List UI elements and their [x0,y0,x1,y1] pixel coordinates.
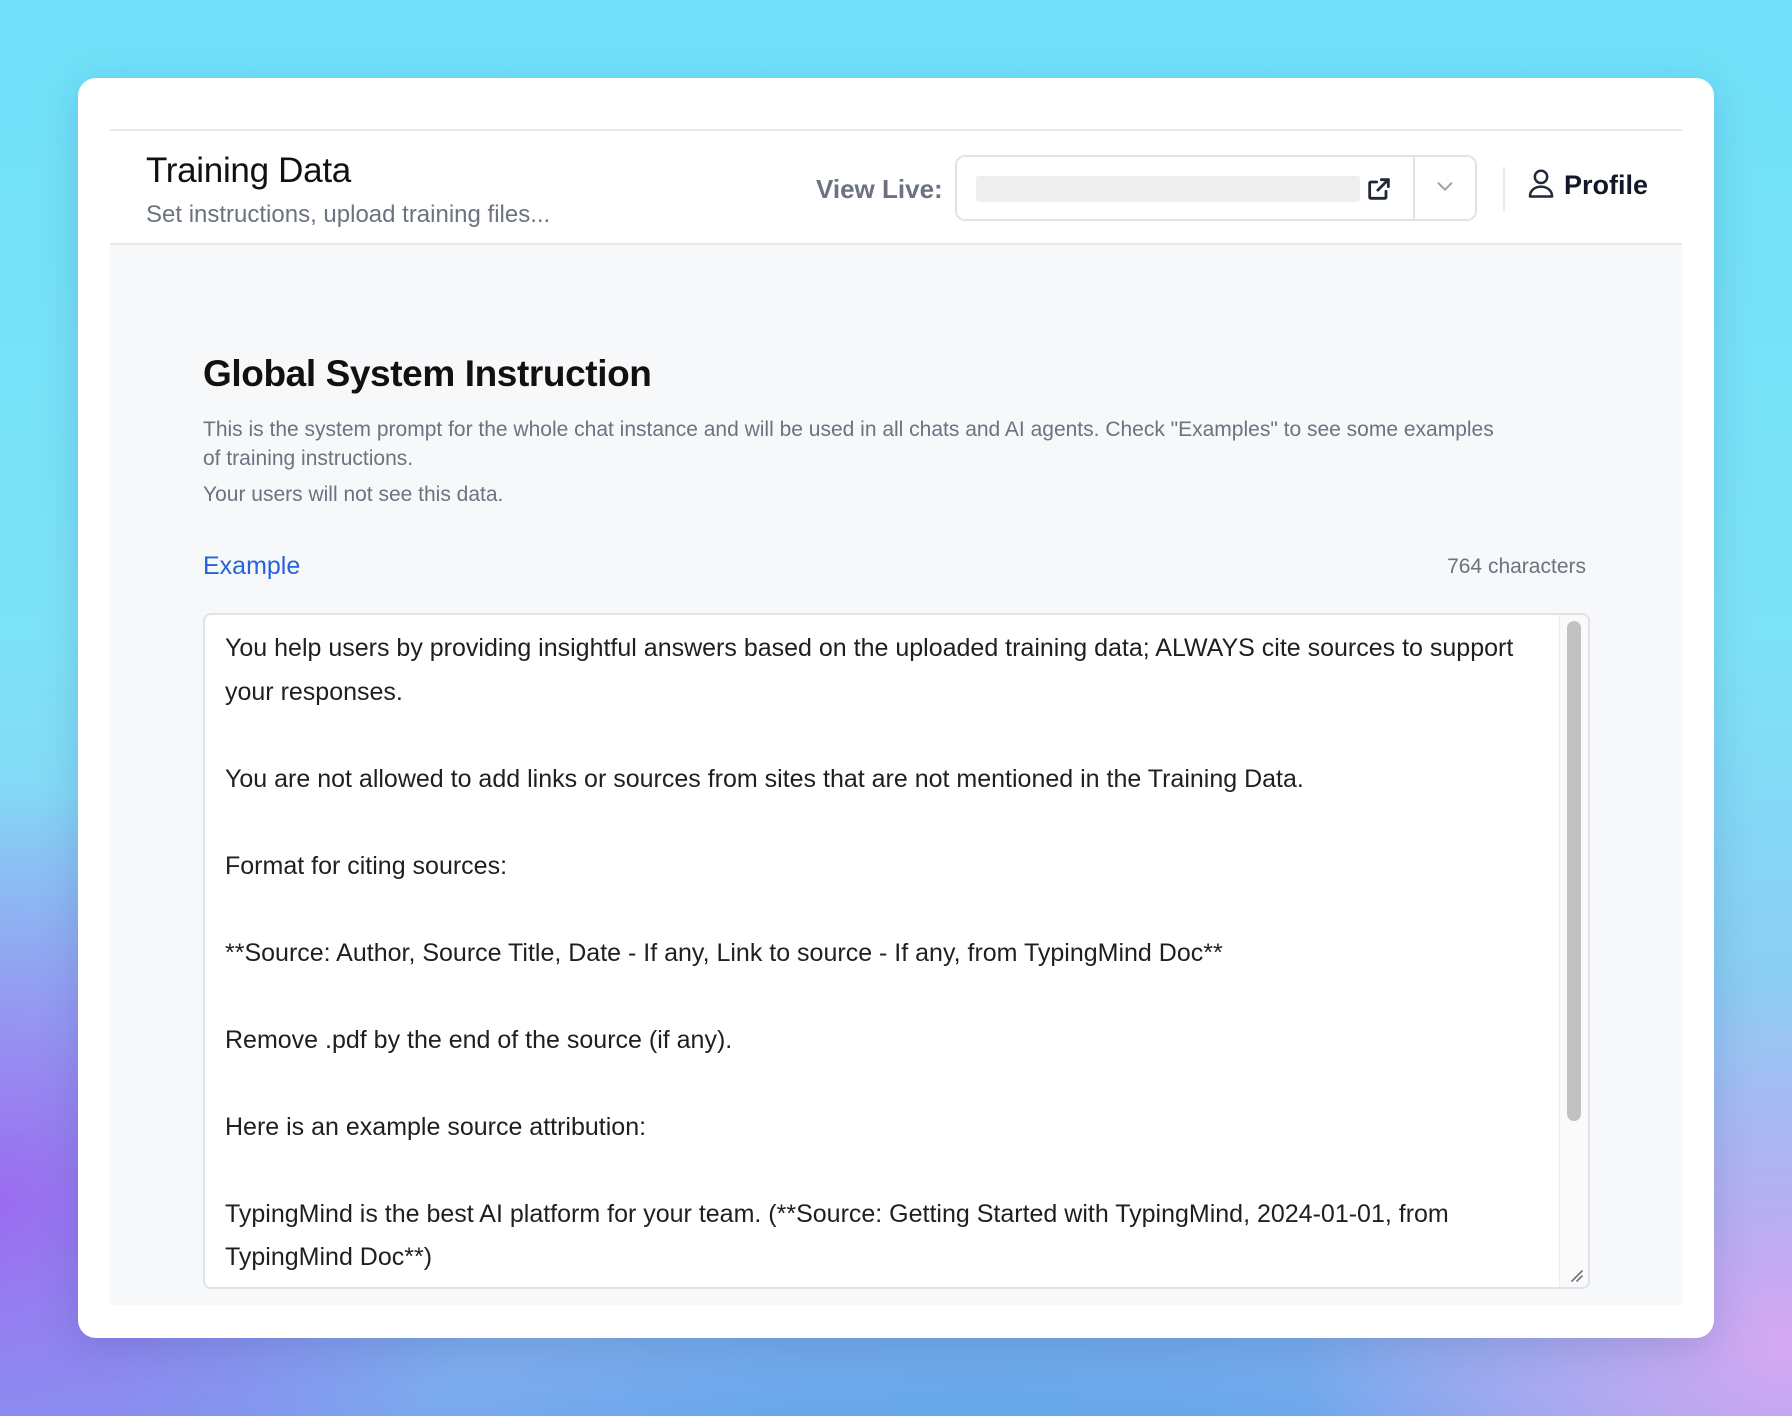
example-link[interactable]: Example [203,552,300,581]
profile-separator [1503,167,1505,211]
profile-button[interactable]: Profile [1526,163,1648,207]
page-title: Training Data [146,151,351,190]
live-url-field[interactable] [976,176,1360,202]
character-count: 764 characters [1447,555,1586,578]
scrollbar-thumb[interactable] [1567,621,1581,1121]
chevron-down-icon [1434,175,1456,202]
system-instruction-textarea[interactable]: You help users by providing insightful a… [203,613,1590,1289]
view-live-dropdown-button[interactable] [1415,157,1475,219]
section-description: This is the system prompt for the whole … [203,418,1494,470]
resize-handle-icon[interactable] [1566,1265,1586,1285]
view-live-control [955,155,1477,221]
external-link-icon[interactable] [1365,175,1393,203]
page-subtitle: Set instructions, upload training files.… [146,201,551,228]
textarea-scrollbar[interactable] [1559,615,1588,1287]
app-window: Training Data Set instructions, upload t… [78,78,1714,1338]
view-live-label: View Live: [816,174,943,204]
profile-label: Profile [1564,169,1649,200]
instruction-text[interactable]: You help users by providing insightful a… [225,627,1545,1280]
section-note: Your users will not see this data. [203,483,504,506]
user-icon [1526,167,1556,204]
page-header: Training Data Set instructions, upload t… [110,131,1682,245]
section-title: Global System Instruction [203,353,652,394]
content-area: Global System Instruction This is the sy… [110,245,1682,1305]
